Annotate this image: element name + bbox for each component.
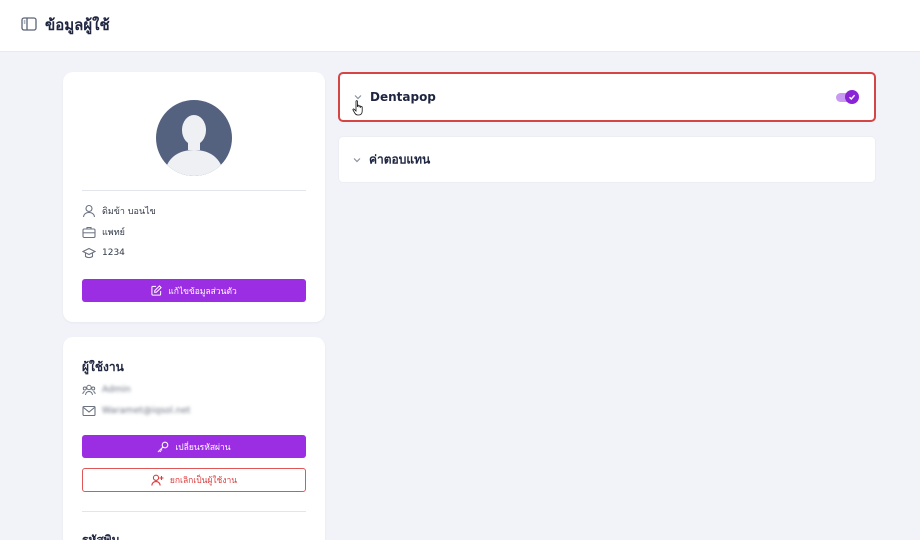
edit-profile-label: แก้ไขข้อมูลส่วนตัว (168, 286, 237, 297)
user-type: Admin (102, 385, 131, 395)
accordion-label: ค่าตอบแทน (369, 152, 431, 166)
accordion-compensation[interactable]: ค่าตอบแทน (338, 136, 876, 183)
user-icon (82, 204, 96, 218)
hand-pointer-icon (352, 100, 363, 116)
edit-icon (151, 285, 163, 296)
accordion-dentapop[interactable]: Dentapop (338, 72, 876, 122)
cancel-user-button[interactable]: ยกเลิกเป็นผู้ใช้งาน (82, 468, 306, 492)
account-section-title: ผู้ใช้งาน (82, 360, 124, 374)
cancel-user-label: ยกเลิกเป็นผู้ใช้งาน (169, 476, 238, 486)
name-row: ดิมข้า บอนไข (82, 203, 156, 219)
profile-card: ดิมข้า บอนไข แพทย์ 1234 แก้ไขข้อมูลส่วนต… (63, 72, 325, 322)
users-group-icon (82, 384, 96, 396)
key-icon (157, 441, 169, 452)
divider (82, 190, 306, 191)
account-card: ผู้ใช้งาน Admin Waramet@iqsol.net เปลี่ย… (63, 337, 325, 540)
user-email: Waramet@iqsol.net (102, 406, 191, 416)
license-row: 1234 (82, 245, 125, 261)
email-row: Waramet@iqsol.net (82, 403, 190, 419)
change-password-button[interactable]: เปลี่ยนรหัสผ่าน (82, 435, 306, 458)
license-number: 1234 (102, 248, 125, 258)
user-role: แพทย์ (102, 228, 125, 238)
user-type-row: Admin (82, 382, 131, 398)
role-row: แพทย์ (82, 224, 125, 240)
user-plus-icon (151, 474, 164, 486)
page-title: ข้อมูลผู้ใช้ (45, 16, 110, 34)
edit-profile-button[interactable]: แก้ไขข้อมูลส่วนตัว (82, 279, 306, 302)
top-bar: ข้อมูลผู้ใช้ (0, 0, 920, 52)
dentapop-toggle[interactable] (836, 90, 860, 104)
user-avatar-icon (156, 100, 232, 176)
sidebar-panel-icon[interactable] (21, 17, 37, 31)
pin-section-title: รหัสพิน (82, 533, 120, 540)
briefcase-icon (82, 226, 96, 239)
chevron-down-icon[interactable] (353, 157, 361, 163)
user-name: ดิมข้า บอนไข (102, 207, 156, 217)
accordion-label: Dentapop (370, 90, 436, 104)
graduation-cap-icon (82, 247, 96, 259)
change-password-label: เปลี่ยนรหัสผ่าน (175, 442, 231, 453)
mail-icon (82, 405, 96, 417)
check-icon (845, 90, 859, 104)
divider (82, 511, 306, 512)
